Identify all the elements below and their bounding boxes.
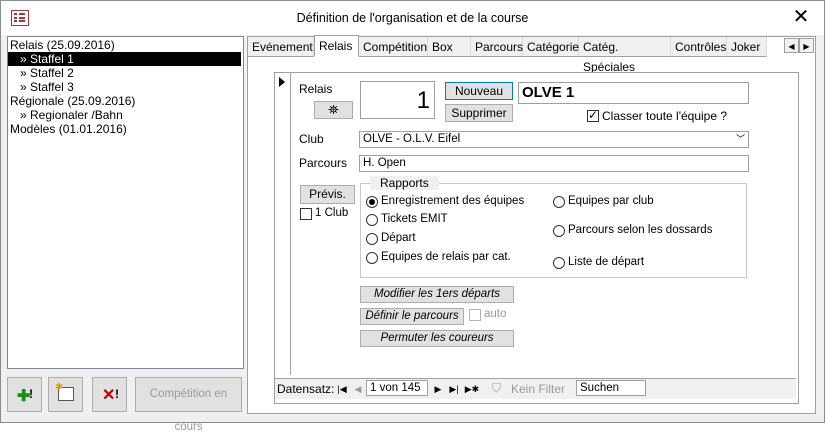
chevron-down-icon: ﹀ bbox=[735, 134, 745, 144]
binoculars-button[interactable]: ⛯ bbox=[314, 101, 353, 119]
tab-parcours[interactable]: Parcours bbox=[471, 37, 523, 57]
rapport-radio[interactable] bbox=[366, 233, 378, 245]
next-record-icon[interactable]: ▶ bbox=[432, 382, 444, 396]
rapport-radio[interactable] bbox=[553, 196, 565, 208]
tab-relais[interactable]: Relais bbox=[314, 35, 359, 57]
tree-item-label: Modèles (01.01.2016) bbox=[10, 122, 127, 136]
current-record-arrow-icon bbox=[279, 77, 285, 87]
record-navigation-bar: Datensatz: |◀ ◀ 1 von 145 ▶ ▶| ▶✱ ⛉ Kein… bbox=[275, 378, 796, 399]
tree-item[interactable]: » Staffel 2 bbox=[8, 66, 74, 80]
rapport-radio-label: Enregistrement des équipes bbox=[381, 195, 525, 207]
classer-label: Classer toute l'équipe ? bbox=[602, 109, 728, 123]
modifier-departs-button[interactable]: Modifier les 1ers départs bbox=[360, 286, 514, 303]
one-club-label: 1 Club bbox=[315, 207, 349, 219]
classer-checkbox[interactable] bbox=[587, 108, 599, 122]
tree-item[interactable]: » Staffel 3 bbox=[8, 80, 74, 94]
filter-icon: ⛉ bbox=[492, 381, 502, 395]
rapport-radio-label: Equipes de relais par cat. bbox=[381, 251, 511, 263]
tree-item-label: » Regionaler /Bahn bbox=[20, 108, 123, 122]
tree-item[interactable]: » Staffel 1 bbox=[8, 52, 241, 66]
record-number-field[interactable]: 1 von 145 bbox=[366, 380, 428, 396]
window-title: Définition de l'organisation et de la co… bbox=[296, 11, 529, 25]
relais-number-field[interactable]: 1 bbox=[360, 81, 435, 119]
club-label: Club bbox=[299, 132, 324, 146]
tree-item-label: » Staffel 2 bbox=[20, 66, 74, 80]
tree-item-label: » Staffel 3 bbox=[20, 80, 74, 94]
new-record-button[interactable]: ✱ bbox=[48, 377, 83, 412]
supprimer-button[interactable]: Supprimer bbox=[445, 104, 513, 122]
rapport-radio[interactable] bbox=[553, 225, 565, 237]
nouveau-button[interactable]: Nouveau bbox=[445, 82, 513, 100]
rapport-radio-label: Tickets EMIT bbox=[381, 213, 448, 225]
tab-compétition[interactable]: Compétition bbox=[359, 37, 428, 57]
rapport-radio[interactable] bbox=[366, 252, 378, 264]
tab-contrôles[interactable]: Contrôles bbox=[671, 37, 727, 57]
tab-joker[interactable]: Joker bbox=[727, 37, 767, 57]
first-record-icon[interactable]: |◀ bbox=[336, 382, 348, 396]
add-button[interactable]: ✚! bbox=[7, 377, 42, 412]
one-club-checkbox[interactable] bbox=[300, 208, 312, 220]
previous-record-icon[interactable]: ◀ bbox=[352, 382, 364, 396]
tab-scroll-left-icon[interactable]: ◀ bbox=[784, 38, 799, 53]
binoculars-icon: ⛯ bbox=[328, 102, 339, 117]
club-value: OLVE - O.L.V. Eifel bbox=[363, 133, 461, 145]
tree-item-label: Relais (25.09.2016) bbox=[10, 38, 115, 52]
rapport-radio-label: Liste de départ bbox=[568, 256, 645, 268]
delete-red-x-icon: ✕ bbox=[102, 387, 116, 404]
tab-box[interactable]: Box bbox=[428, 37, 471, 57]
event-tree[interactable]: Relais (25.09.2016)» Staffel 1» Staffel … bbox=[7, 36, 244, 369]
parcours-label: Parcours bbox=[299, 156, 348, 170]
rapport-radio[interactable] bbox=[553, 257, 565, 269]
delete-button[interactable]: ✕! bbox=[92, 377, 127, 412]
datensatz-label: Datensatz: bbox=[277, 382, 335, 396]
tree-item[interactable]: Modèles (01.01.2016) bbox=[8, 122, 127, 136]
kein-filter-button[interactable]: Kein Filter bbox=[511, 382, 565, 396]
previs-button[interactable]: Prévis. bbox=[300, 185, 355, 204]
close-icon[interactable]: ✕ bbox=[784, 4, 818, 32]
new-record-nav-icon[interactable]: ▶✱ bbox=[464, 382, 480, 396]
tree-item[interactable]: Relais (25.09.2016) bbox=[8, 38, 115, 52]
auto-label: auto bbox=[484, 308, 507, 320]
rapport-radio[interactable] bbox=[366, 196, 378, 208]
tree-item-label: » Staffel 1 bbox=[20, 52, 74, 66]
tree-item-label: Régionale (25.09.2016) bbox=[10, 94, 136, 108]
definir-parcours-button[interactable]: Définir le parcours bbox=[360, 308, 464, 325]
tab-evénement[interactable]: Evénement bbox=[248, 37, 314, 57]
tree-item[interactable]: » Regionaler /Bahn bbox=[8, 108, 123, 122]
search-field[interactable]: Suchen bbox=[576, 380, 646, 396]
tree-item[interactable]: Régionale (25.09.2016) bbox=[8, 94, 135, 108]
rapport-radio[interactable] bbox=[366, 214, 378, 226]
rapport-radio-label: Parcours selon les dossards bbox=[568, 224, 713, 236]
auto-checkbox[interactable] bbox=[469, 309, 481, 321]
team-name-field[interactable]: OLVE 1 bbox=[518, 82, 749, 104]
tab-scroll-right-icon[interactable]: ▶ bbox=[799, 38, 814, 53]
rapport-radio-label: Départ bbox=[381, 232, 416, 244]
relais-label: Relais bbox=[299, 82, 333, 96]
club-select[interactable]: OLVE - O.L.V. Eifel ﹀ bbox=[359, 131, 749, 148]
tab-catégories[interactable]: Catégories bbox=[523, 37, 585, 57]
record-selector[interactable] bbox=[274, 72, 291, 375]
competition-en-cours-button[interactable]: Compétition en cours bbox=[135, 377, 242, 433]
rapport-radio-label: Equipes par club bbox=[568, 195, 654, 207]
permuter-coureurs-button[interactable]: Permuter les coureurs bbox=[360, 330, 514, 347]
parcours-field[interactable]: H. Open bbox=[359, 155, 749, 172]
tab-catég-spéciales[interactable]: Catég. Spéciales bbox=[579, 37, 671, 74]
rapports-label: Rapports bbox=[370, 176, 439, 190]
title-bar: Définition de l'organisation et de la co… bbox=[1, 1, 824, 35]
last-record-icon[interactable]: ▶| bbox=[448, 382, 460, 396]
